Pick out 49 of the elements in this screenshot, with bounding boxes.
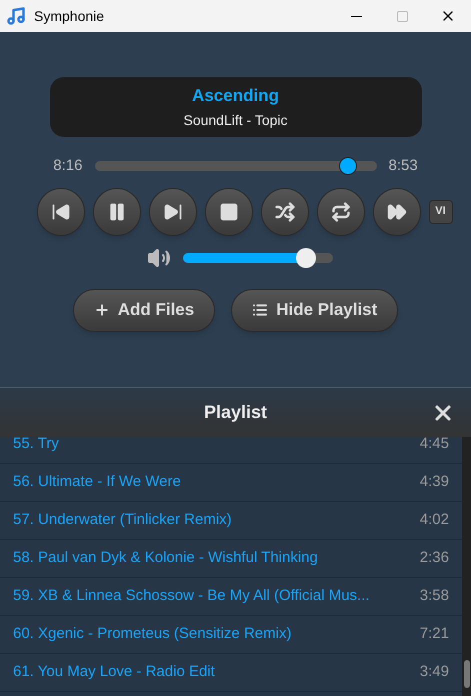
shuffle-button[interactable] <box>260 188 308 236</box>
badge[interactable]: VI <box>428 200 452 224</box>
track-duration: 4:02 <box>420 510 449 530</box>
repeat-button[interactable] <box>316 188 364 236</box>
track-name: 58. Paul van Dyk & Kolonie - Wishful Thinking <box>13 548 318 568</box>
track-duration: 4:39 <box>420 472 449 492</box>
track-name: 60. Xgenic - Prometeus (Sensitize Remix) <box>13 624 292 644</box>
playlist-row[interactable]: 56. Ultimate - If We Were 4:39 <box>0 464 462 502</box>
app-icon <box>6 6 26 26</box>
list-icon <box>252 302 268 318</box>
maximize-icon <box>396 10 408 22</box>
pause-button[interactable] <box>92 188 140 236</box>
add-files-button[interactable]: Add Files <box>72 288 216 332</box>
total-time: 8:53 <box>388 156 418 176</box>
fast-forward-button[interactable] <box>372 188 420 236</box>
shuffle-icon <box>274 202 294 222</box>
plus-icon <box>94 302 110 318</box>
track-name: 59. XB & Linnea Schossow - Be My All (Official Mus... <box>13 586 370 606</box>
track-artist: SoundLift - Topic <box>183 112 288 128</box>
track-duration: 2:36 <box>420 548 449 568</box>
track-name: 61. You May Love - Radio Edit <box>13 662 215 682</box>
track-duration: 3:49 <box>420 662 449 682</box>
playlist-row[interactable]: 57. Underwater (Tinlicker Remix) 4:02 <box>0 502 462 540</box>
track-name: 55. Try <box>13 437 59 454</box>
playlist-title: Playlist <box>204 401 268 424</box>
stop-button[interactable] <box>204 188 252 236</box>
track-duration: 3:58 <box>420 586 449 606</box>
skip-back-icon <box>50 202 70 222</box>
playlist-row[interactable]: 61. You May Love - Radio Edit 3:49 <box>0 654 462 692</box>
playlist-row[interactable]: 55. Try 4:45 <box>0 437 462 464</box>
volume-thumb[interactable] <box>296 248 316 268</box>
playlist-row[interactable]: 58. Paul van Dyk & Kolonie - Wishful Thinking 2:36 <box>0 540 462 578</box>
repeat-icon <box>330 202 350 222</box>
playlist-toggle-button[interactable]: Hide Playlist <box>231 288 398 332</box>
stop-icon <box>218 202 238 222</box>
skip-forward-icon <box>162 202 182 222</box>
playlist-row[interactable]: 60. Xgenic - Prometeus (Sensitize Remix) 7:21 <box>0 616 462 654</box>
scrollbar-thumb[interactable] <box>464 660 470 688</box>
elapsed-time: 8:16 <box>53 156 82 176</box>
track-name: 56. Ultimate - If We Were <box>13 472 181 492</box>
track-duration: 7:21 <box>420 624 449 644</box>
next-button[interactable] <box>148 188 196 236</box>
fast-forward-icon <box>386 202 406 222</box>
track-duration: 4:45 <box>420 437 449 454</box>
playlist-row[interactable]: 59. XB & Linnea Schossow - Be My All (Official Mus... 3:58 <box>0 578 462 616</box>
track-name: 57. Underwater (Tinlicker Remix) <box>13 510 232 530</box>
window-title: Symphonie <box>34 6 104 26</box>
progress-thumb[interactable] <box>339 157 358 176</box>
track-title: Ascending <box>192 86 279 106</box>
